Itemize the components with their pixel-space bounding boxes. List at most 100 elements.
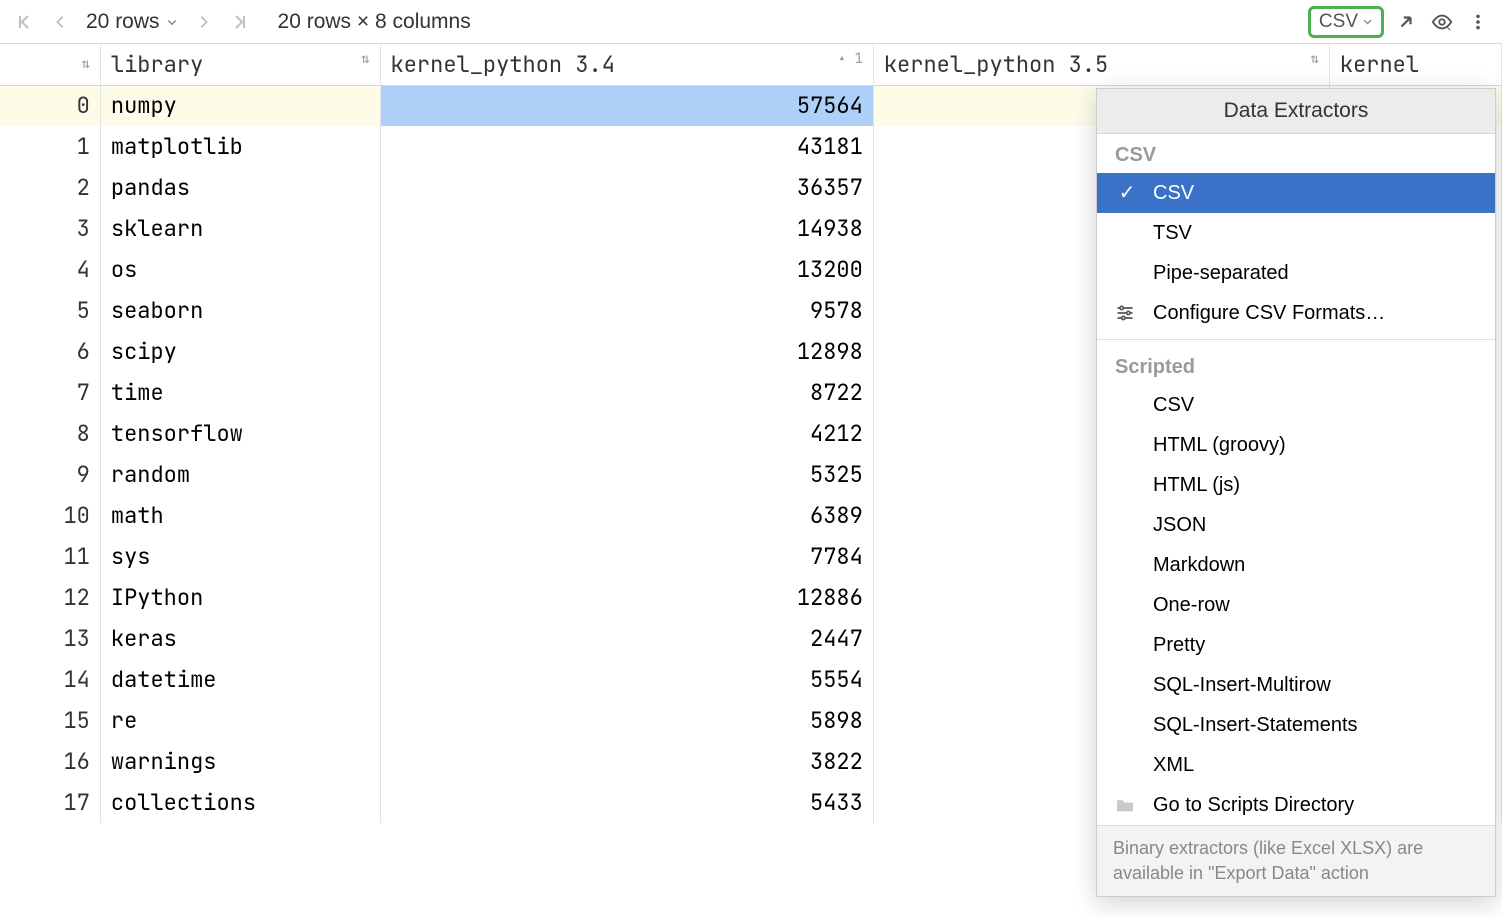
cell-library[interactable]: scipy bbox=[100, 331, 380, 372]
cell-index[interactable]: 15 bbox=[0, 700, 100, 741]
cell-index[interactable]: 0 bbox=[0, 85, 100, 126]
cell-library[interactable]: sklearn bbox=[100, 208, 380, 249]
cell-kp34[interactable]: 14938 bbox=[380, 208, 873, 249]
extractor-pretty[interactable]: Pretty bbox=[1097, 625, 1495, 665]
cell-kp34[interactable]: 12886 bbox=[380, 577, 873, 618]
rows-info: 20 rows × 8 columns bbox=[278, 10, 471, 34]
cell-index[interactable]: 8 bbox=[0, 413, 100, 454]
cell-index[interactable]: 10 bbox=[0, 495, 100, 536]
extractor-label: CSV bbox=[1319, 11, 1358, 33]
cell-library[interactable]: collections bbox=[100, 782, 380, 823]
col-header-library[interactable]: library⇅ bbox=[100, 44, 380, 85]
col-header-kp35[interactable]: kernel_python 3.5⇅ bbox=[873, 44, 1329, 85]
extractor-markdown[interactable]: Markdown bbox=[1097, 545, 1495, 585]
rows-selector[interactable]: 20 rows bbox=[86, 10, 178, 34]
last-page-icon[interactable] bbox=[226, 8, 254, 36]
cell-library[interactable]: time bbox=[100, 372, 380, 413]
cell-kp34[interactable]: 6389 bbox=[380, 495, 873, 536]
extractor-onerow[interactable]: One-row bbox=[1097, 585, 1495, 625]
extractor-html-js[interactable]: HTML (js) bbox=[1097, 465, 1495, 505]
cell-library[interactable]: sys bbox=[100, 536, 380, 577]
cell-kp34[interactable]: 5325 bbox=[380, 454, 873, 495]
extractor-select-button[interactable]: CSV bbox=[1308, 6, 1384, 38]
popup-footer: Binary extractors (like Excel XLSX) are … bbox=[1097, 825, 1495, 896]
cell-kp34[interactable]: 5898 bbox=[380, 700, 873, 741]
cell-kp34[interactable]: 7784 bbox=[380, 536, 873, 577]
next-page-icon[interactable] bbox=[190, 8, 218, 36]
cell-kp34[interactable]: 8722 bbox=[380, 372, 873, 413]
prev-page-icon[interactable] bbox=[46, 8, 74, 36]
cell-library[interactable]: math bbox=[100, 495, 380, 536]
data-extractors-popup: Data Extractors CSV ✓ CSV TSV Pipe-separ… bbox=[1096, 88, 1496, 897]
cell-index[interactable]: 5 bbox=[0, 290, 100, 331]
extractor-json[interactable]: JSON bbox=[1097, 505, 1495, 545]
cell-kp34[interactable]: 9578 bbox=[380, 290, 873, 331]
sort-icon: ⇅ bbox=[81, 55, 89, 73]
extractor-tsv[interactable]: TSV bbox=[1097, 213, 1495, 253]
extractor-pipe[interactable]: Pipe-separated bbox=[1097, 253, 1495, 293]
cell-library[interactable]: IPython bbox=[100, 577, 380, 618]
first-page-icon[interactable] bbox=[10, 8, 38, 36]
cell-kp34[interactable]: 2447 bbox=[380, 618, 873, 659]
sort-icon: ⇅ bbox=[361, 50, 369, 68]
goto-scripts-dir[interactable]: Go to Scripts Directory bbox=[1097, 785, 1495, 825]
extractor-scripted-csv[interactable]: CSV bbox=[1097, 385, 1495, 425]
cell-index[interactable]: 6 bbox=[0, 331, 100, 372]
cell-index[interactable]: 3 bbox=[0, 208, 100, 249]
folder-icon bbox=[1115, 797, 1139, 813]
extractor-xml[interactable]: XML bbox=[1097, 745, 1495, 785]
popup-title: Data Extractors bbox=[1097, 89, 1495, 134]
cell-library[interactable]: random bbox=[100, 454, 380, 495]
cell-library[interactable]: pandas bbox=[100, 167, 380, 208]
cell-index[interactable]: 1 bbox=[0, 126, 100, 167]
cell-index[interactable]: 12 bbox=[0, 577, 100, 618]
sort-indicator: ▴ 1 bbox=[838, 50, 863, 68]
cell-index[interactable]: 4 bbox=[0, 249, 100, 290]
cell-index[interactable]: 2 bbox=[0, 167, 100, 208]
cell-kp34[interactable]: 5433 bbox=[380, 782, 873, 823]
extractor-sql-multirow[interactable]: SQL-Insert-Multirow bbox=[1097, 665, 1495, 705]
export-icon[interactable] bbox=[1392, 8, 1420, 36]
popup-section-csv: CSV bbox=[1097, 134, 1495, 173]
cell-library[interactable]: keras bbox=[100, 618, 380, 659]
cell-library[interactable]: re bbox=[100, 700, 380, 741]
cell-library[interactable]: os bbox=[100, 249, 380, 290]
extractor-csv[interactable]: ✓ CSV bbox=[1097, 173, 1495, 213]
cell-index[interactable]: 11 bbox=[0, 536, 100, 577]
cell-library[interactable]: matplotlib bbox=[100, 126, 380, 167]
cell-kp34[interactable]: 4212 bbox=[380, 413, 873, 454]
cell-index[interactable]: 7 bbox=[0, 372, 100, 413]
cell-library[interactable]: warnings bbox=[100, 741, 380, 782]
cell-kp34[interactable]: 13200 bbox=[380, 249, 873, 290]
divider bbox=[1097, 339, 1495, 340]
more-icon[interactable] bbox=[1464, 8, 1492, 36]
cell-index[interactable]: 16 bbox=[0, 741, 100, 782]
cell-index[interactable]: 13 bbox=[0, 618, 100, 659]
settings-icon bbox=[1115, 303, 1139, 323]
cell-library[interactable]: datetime bbox=[100, 659, 380, 700]
cell-kp34[interactable]: 12898 bbox=[380, 331, 873, 372]
popup-section-scripted: Scripted bbox=[1097, 346, 1495, 385]
col-header-index[interactable]: ⇅ bbox=[0, 44, 100, 85]
cell-index[interactable]: 9 bbox=[0, 454, 100, 495]
cell-index[interactable]: 14 bbox=[0, 659, 100, 700]
cell-kp34[interactable]: 5554 bbox=[380, 659, 873, 700]
cell-index[interactable]: 17 bbox=[0, 782, 100, 823]
cell-kp34[interactable]: 43181 bbox=[380, 126, 873, 167]
check-icon: ✓ bbox=[1115, 179, 1139, 207]
extractor-sql-statements[interactable]: SQL-Insert-Statements bbox=[1097, 705, 1495, 745]
eye-icon[interactable] bbox=[1428, 8, 1456, 36]
cell-kp34[interactable]: 3822 bbox=[380, 741, 873, 782]
toolbar: 20 rows 20 rows × 8 columns CSV bbox=[0, 0, 1502, 44]
extractor-html-groovy[interactable]: HTML (groovy) bbox=[1097, 425, 1495, 465]
chevron-down-icon bbox=[166, 16, 178, 28]
cell-kp34[interactable]: 36357 bbox=[380, 167, 873, 208]
sort-icon: ⇅ bbox=[1310, 50, 1318, 68]
cell-library[interactable]: numpy bbox=[100, 85, 380, 126]
cell-library[interactable]: tensorflow bbox=[100, 413, 380, 454]
col-header-next[interactable]: kernel bbox=[1329, 44, 1501, 85]
cell-kp34[interactable]: 57564 bbox=[380, 85, 873, 126]
col-header-kp34[interactable]: kernel_python 3.4▴ 1 bbox=[380, 44, 873, 85]
cell-library[interactable]: seaborn bbox=[100, 290, 380, 331]
configure-csv-formats[interactable]: Configure CSV Formats… bbox=[1097, 293, 1495, 333]
